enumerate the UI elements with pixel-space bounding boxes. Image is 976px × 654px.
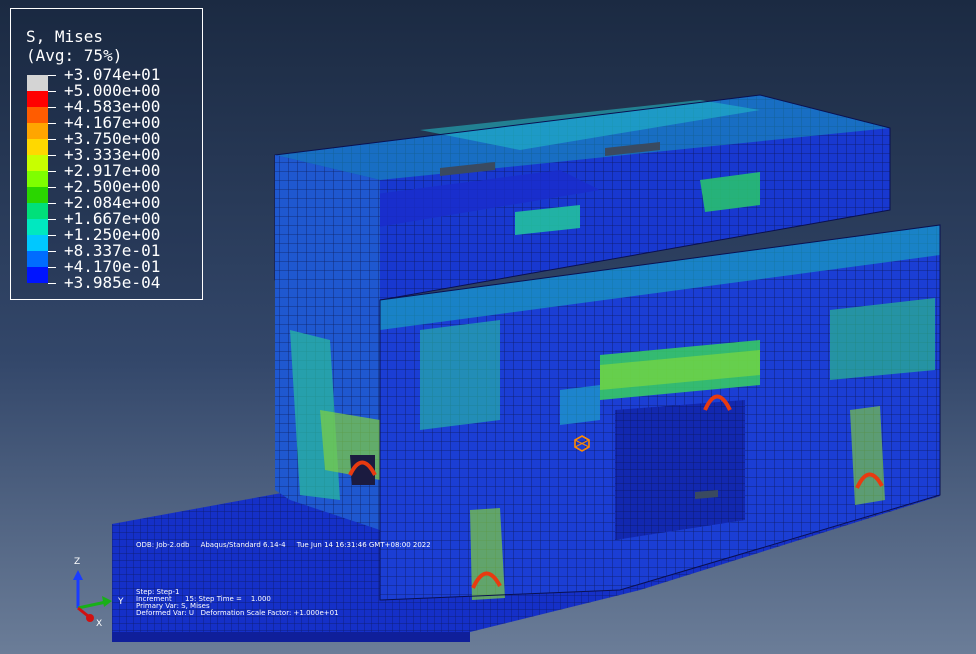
triad-x-label: X — [96, 619, 102, 629]
legend-tick — [48, 139, 56, 140]
legend-value: +3.985e-04 — [64, 273, 161, 292]
legend-tick — [48, 187, 56, 188]
legend-swatch — [27, 91, 48, 107]
legend-swatch — [27, 75, 48, 91]
legend-title: S, Mises — [26, 27, 104, 46]
legend-tick — [48, 251, 56, 252]
legend-tick — [48, 267, 56, 268]
triad-z-label: Z — [74, 557, 80, 567]
legend-tick — [48, 283, 56, 284]
step-info-line4: Deformed Var: U Deformation Scale Factor… — [136, 609, 339, 617]
coordinate-triad-icon: Z Y X — [64, 550, 144, 630]
legend-tick — [48, 171, 56, 172]
left-wall — [275, 155, 380, 530]
legend-swatch — [27, 155, 48, 171]
legend-swatch — [27, 171, 48, 187]
legend-subtitle: (Avg: 75%) — [26, 46, 123, 65]
legend-swatch — [27, 139, 48, 155]
odb-info-line: ODB: Job-2.odb Abaqus/Standard 6.14-4 Tu… — [136, 541, 431, 549]
legend-swatch — [27, 107, 48, 123]
legend-swatch — [27, 203, 48, 219]
legend-tick — [48, 91, 56, 92]
legend-swatch — [27, 251, 48, 267]
legend-swatch — [27, 267, 48, 283]
legend-tick — [48, 75, 56, 76]
legend-tick — [48, 155, 56, 156]
legend-tick — [48, 235, 56, 236]
stress-legend: S, Mises (Avg: 75%) +3.074e+01 +5.000e+0… — [10, 8, 203, 300]
legend-swatch — [27, 235, 48, 251]
legend-swatch — [27, 219, 48, 235]
legend-swatch — [27, 123, 48, 139]
triad-y-label: Y — [117, 597, 124, 607]
legend-tick — [48, 107, 56, 108]
legend-tick — [48, 219, 56, 220]
legend-swatch — [27, 187, 48, 203]
legend-tick — [48, 123, 56, 124]
legend-tick — [48, 203, 56, 204]
